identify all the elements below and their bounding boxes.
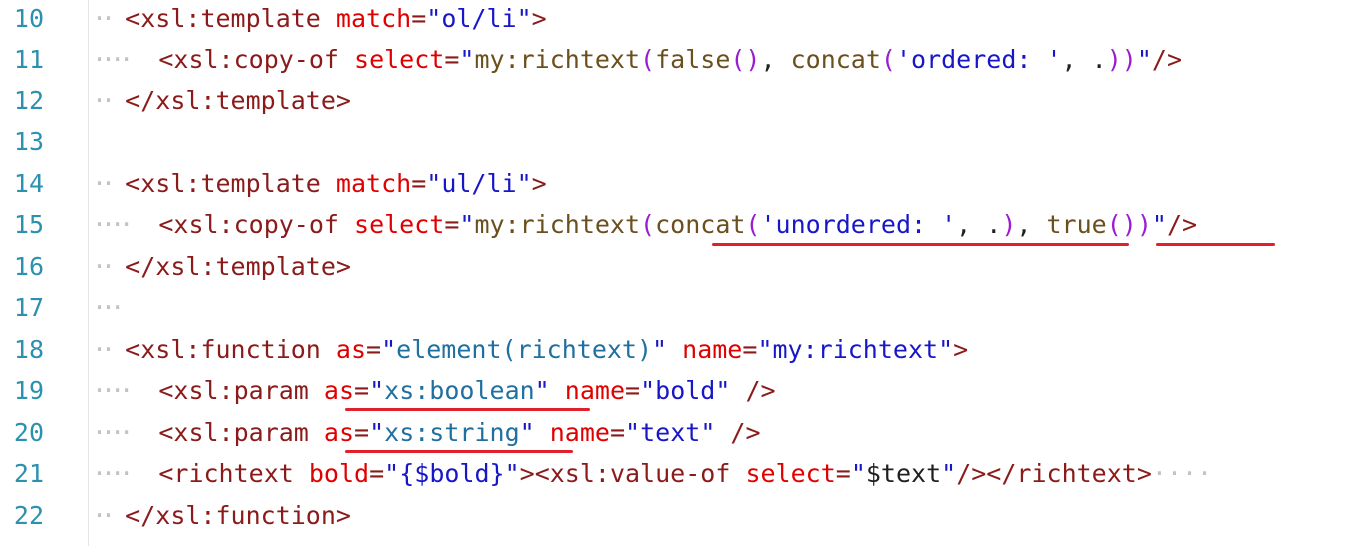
- code-editor[interactable]: 10 ·· <xsl:template match="ol/li"> 11 ··…: [0, 0, 1360, 546]
- attr-value: ol/li: [441, 4, 517, 33]
- xpath-function: my:richtext: [474, 45, 641, 74]
- line-number: 14: [13, 169, 44, 198]
- code-text: ···· <xsl:copy-of select="my:richtext(fa…: [92, 45, 1182, 74]
- code-line[interactable]: 21 ···· <richtext bold="{$bold}"><xsl:va…: [0, 453, 1360, 494]
- code-text: ·· </xsl:function>: [92, 501, 351, 530]
- code-text: ·· </xsl:template>: [92, 86, 351, 115]
- code-text: ·· <xsl:template match="ol/li">: [92, 4, 547, 33]
- whitespace-dots: ··: [92, 335, 116, 364]
- attr-name: as: [335, 335, 367, 364]
- line-number: 15: [13, 210, 44, 239]
- code-text: ···· <xsl:param as="xs:string" name="tex…: [92, 418, 761, 447]
- attr-value: ul/li: [441, 169, 517, 198]
- xpath-function: my:richtext: [474, 210, 641, 239]
- code-line[interactable]: 13: [0, 121, 1360, 162]
- tag-name: xsl:copy-of: [173, 210, 339, 239]
- attr-value: text: [640, 418, 701, 447]
- line-number: 11: [13, 45, 44, 74]
- attr-value: xs:boolean: [384, 376, 535, 405]
- attr-value: $text: [865, 459, 942, 488]
- tag-bracket: <: [125, 4, 141, 33]
- code-line[interactable]: 22 ·· </xsl:function>: [0, 495, 1360, 536]
- code-text: ·· <xsl:function as="element(richtext)" …: [92, 335, 969, 364]
- whitespace-dots: ···: [92, 293, 125, 322]
- attr-name: bold: [308, 459, 370, 488]
- tag-name: xsl:function: [140, 335, 321, 364]
- attr-name: name: [564, 376, 626, 405]
- attr-name: name: [549, 418, 610, 447]
- attr-name: match: [335, 169, 412, 198]
- whitespace-dots: ··: [92, 4, 116, 33]
- error-underline: [345, 408, 590, 411]
- code-line[interactable]: 11 ···· <xsl:copy-of select="my:richtext…: [0, 39, 1360, 80]
- tag-name: xsl:value-of: [549, 459, 731, 488]
- attr-name: match: [335, 4, 412, 33]
- tag-name: xsl:template: [155, 86, 336, 115]
- code-line[interactable]: 20 ···· <xsl:param as="xs:string" name="…: [0, 412, 1360, 453]
- attr-name: as: [323, 418, 355, 447]
- string-literal: 'ordered: ': [895, 45, 1062, 74]
- line-number: 18: [13, 335, 44, 364]
- attr-name: select: [354, 45, 445, 74]
- code-text: ···· <xsl:copy-of select="my:richtext(co…: [92, 210, 1198, 239]
- code-line[interactable]: 18 ·· <xsl:function as="element(richtext…: [0, 329, 1360, 370]
- string-literal: 'unordered: ': [760, 210, 957, 239]
- line-number: 22: [13, 501, 44, 530]
- line-number: 12: [13, 86, 44, 115]
- attr-value: {$bold}: [399, 459, 505, 488]
- code-text: ·· <xsl:template match="ul/li">: [92, 169, 547, 198]
- line-number: 16: [13, 252, 44, 281]
- line-number: 21: [13, 459, 44, 488]
- code-text: ···· <xsl:param as="xs:boolean" name="bo…: [92, 376, 776, 405]
- whitespace-dots: ····: [92, 459, 134, 488]
- whitespace-dots: ··: [92, 169, 116, 198]
- code-text: ·· </xsl:template>: [92, 252, 351, 281]
- whitespace-dots: ··: [92, 501, 116, 530]
- line-number: 17: [13, 293, 44, 322]
- line-number: 10: [13, 4, 44, 33]
- whitespace-dots: ····: [92, 418, 134, 447]
- tag-name: xsl:copy-of: [173, 45, 339, 74]
- attr-value: my:richtext: [772, 335, 939, 364]
- line-number: 13: [13, 127, 44, 156]
- tag-name: xsl:template: [140, 169, 321, 198]
- whitespace-dots: ··: [92, 252, 116, 281]
- tag-name: xsl:param: [173, 418, 309, 447]
- line-number: 20: [13, 418, 44, 447]
- code-text: ···: [92, 287, 125, 328]
- attr-value: element(richtext): [396, 335, 653, 364]
- code-text: ···· <richtext bold="{$bold}"><xsl:value…: [92, 459, 1213, 488]
- code-line[interactable]: 19 ···· <xsl:param as="xs:boolean" name=…: [0, 370, 1360, 411]
- code-line[interactable]: 12 ·· </xsl:template>: [0, 80, 1360, 121]
- whitespace-dots: ····: [1151, 459, 1213, 488]
- whitespace-dots: ····: [92, 45, 134, 74]
- attr-name: select: [354, 210, 445, 239]
- attr-value: xs:string: [384, 418, 520, 447]
- tag-name: xsl:param: [173, 376, 309, 405]
- attr-name: as: [323, 376, 355, 405]
- code-line[interactable]: 10 ·· <xsl:template match="ol/li">: [0, 0, 1360, 39]
- whitespace-dots: ··: [92, 86, 116, 115]
- tag-name: richtext: [1016, 459, 1137, 488]
- tag-name: xsl:function: [155, 501, 336, 530]
- tag-name: xsl:template: [155, 252, 336, 281]
- attr-name: name: [682, 335, 743, 364]
- tag-name: richtext: [173, 459, 294, 488]
- line-number: 19: [13, 376, 44, 405]
- attr-name: select: [745, 459, 836, 488]
- whitespace-dots: ····: [92, 376, 134, 405]
- whitespace-dots: ····: [92, 210, 134, 239]
- attr-value: bold: [655, 376, 716, 405]
- code-line[interactable]: 15 ···· <xsl:copy-of select="my:richtext…: [0, 204, 1360, 246]
- code-line[interactable]: 14 ·· <xsl:template match="ul/li">: [0, 163, 1360, 204]
- code-line[interactable]: 17 ···: [0, 287, 1360, 328]
- tag-name: xsl:template: [140, 4, 321, 33]
- code-line[interactable]: 16 ·· </xsl:template>: [0, 246, 1360, 287]
